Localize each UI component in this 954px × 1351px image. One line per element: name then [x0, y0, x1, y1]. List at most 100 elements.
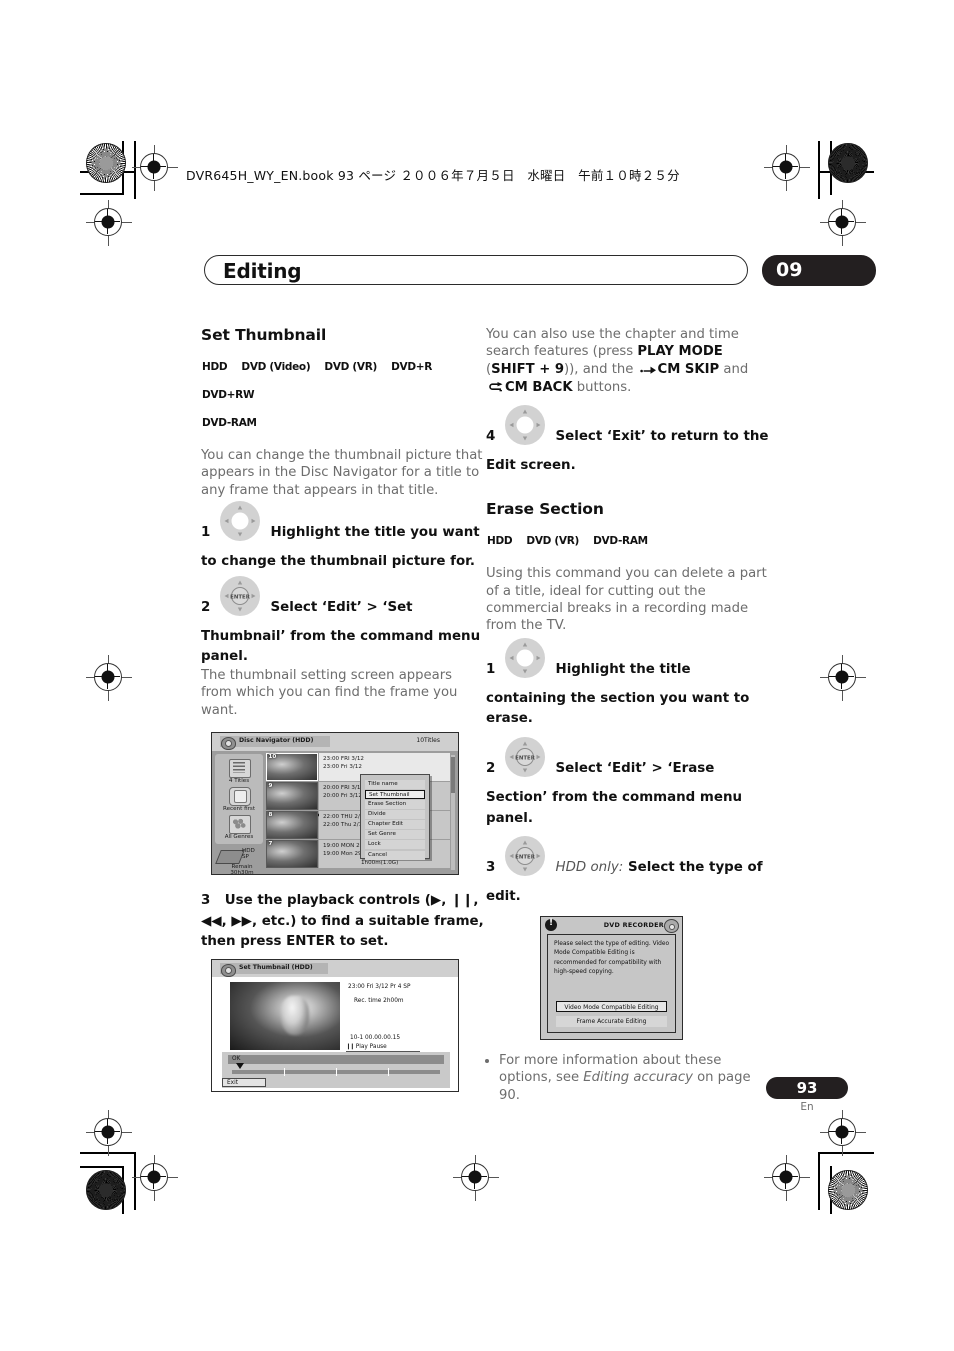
hdd-only-note: HDD only:: [555, 860, 624, 876]
hdd-mode: SP: [242, 854, 249, 861]
menu-item-cancel[interactable]: Cancel: [365, 851, 425, 861]
registration-mark: [820, 655, 866, 701]
play-mode-label: PLAY MODE: [637, 344, 723, 360]
erase-step-1-number: 1: [486, 661, 496, 677]
menu-item-set-genre[interactable]: Set Genre: [365, 830, 425, 840]
title-thumbnail[interactable]: 8: [266, 811, 318, 840]
star-target-icon: [86, 143, 126, 183]
play-pause-label: Play Pause: [355, 1044, 387, 1050]
hdd-label: HDD SP: [242, 848, 255, 860]
track-tick: [284, 1068, 285, 1076]
glyph-fast-forward-icon: ▶▶: [231, 913, 252, 929]
disc-navigator-sidebar: 4 Titles Recent first All Genres: [215, 754, 263, 845]
erase-step-2-number: 2: [486, 761, 496, 777]
disc-icon: [221, 963, 236, 977]
registration-mark: [453, 1155, 499, 1201]
title-number: 8: [268, 812, 273, 819]
list-icon: [229, 759, 251, 779]
title-thumbnail[interactable]: 7: [266, 840, 318, 869]
shift-9-label: SHIFT + 9: [491, 361, 565, 377]
menu-item-erase-section[interactable]: Erase Section: [365, 800, 425, 810]
sidebar-item-genres[interactable]: All Genres: [215, 834, 263, 840]
set-thumbnail-intro: You can change the thumbnail picture tha…: [201, 448, 483, 498]
dialog-title: DVD RECORDER: [603, 920, 664, 929]
badge-dvd-ram: DVD-RAM: [592, 524, 649, 555]
genre-icon: [229, 815, 251, 835]
cm-back-label: CM BACK: [505, 380, 573, 396]
badge-hdd: HDD: [198, 350, 228, 381]
manual-page: DVR645H_WY_EN.book 93 ページ ２００６年７月５日 水曜日 …: [0, 0, 954, 1351]
ok-button[interactable]: OK: [228, 1055, 444, 1064]
hdd-icon: [215, 850, 245, 865]
crop-mark-line: [80, 1166, 124, 1168]
info-datetime: 23:00 Fri 3/12 Pr 4 SP: [348, 984, 411, 990]
scrub-marker[interactable]: [236, 1063, 244, 1069]
disc-icon: [221, 736, 236, 750]
badge-dvd-plus-rw: DVD+RW: [201, 378, 257, 409]
play-pause-status: ❙❙ Play Pause: [346, 1044, 420, 1052]
title-line-1: 20:00 FRI 3/12: [323, 784, 364, 791]
dialog-panel: Please select the type of editing. Video…: [547, 933, 676, 1033]
registration-mark: [764, 145, 810, 191]
menu-item-set-thumbnail[interactable]: Set Thumbnail: [365, 790, 425, 800]
video-mode-compatible-editing-button[interactable]: Video Mode Compatible Editing: [556, 1000, 667, 1012]
registration-mark: [820, 1110, 866, 1156]
title-thumbnail[interactable]: 9: [266, 782, 318, 811]
titles-count: 10Titles: [416, 736, 440, 744]
language-code: En: [800, 1101, 814, 1113]
title-thumbnail[interactable]: 10: [266, 753, 318, 782]
disc-navigator-title: Disc Navigator (HDD): [239, 736, 314, 744]
transport-panel: OK Exit: [222, 1052, 450, 1088]
star-target-icon: [828, 143, 868, 183]
title-line-3: 1h00m(1.0G): [361, 859, 399, 866]
set-thumbnail-body: 23:00 Fri 3/12 Pr 4 SP Rec. time 2h00m 1…: [212, 977, 458, 1091]
svg-text:ENTER: ENTER: [231, 594, 252, 600]
list-scrollbar[interactable]: [451, 755, 455, 871]
svg-text:ENTER: ENTER: [516, 756, 537, 762]
para-part-d: buttons.: [572, 380, 632, 396]
dialog-header: DVD RECORDER: [541, 917, 682, 934]
scrub-track[interactable]: [232, 1068, 440, 1076]
menu-item-chapter-edit[interactable]: Chapter Edit: [365, 820, 425, 830]
step-4: 4 Select ‘Exit’ to return to the Edit sc…: [486, 404, 769, 475]
list-item: For more information about these options…: [499, 1052, 769, 1104]
title-line-2: 20:00 Fri 3/12: [323, 793, 362, 800]
title-number: 7: [268, 841, 273, 848]
notes-list: For more information about these options…: [486, 1052, 769, 1104]
glyph-pause-icon: ❙❙: [450, 893, 474, 909]
cm-skip-label: CM SKIP: [657, 361, 720, 377]
registration-mark: [820, 200, 866, 246]
badge-dvd-ram: DVD-RAM: [199, 406, 258, 437]
page-number: 93: [796, 1079, 818, 1097]
menu-item-lock[interactable]: Lock: [365, 840, 425, 850]
cursor-pad-icon: [217, 501, 263, 550]
registration-mark: [86, 1110, 132, 1156]
frame-accurate-editing-button[interactable]: Frame Accurate Editing: [556, 1015, 667, 1027]
sidebar-item-titles[interactable]: 4 Titles: [215, 778, 263, 784]
step-3-number: 3: [201, 893, 211, 909]
menu-item-divide[interactable]: Divide: [365, 810, 425, 820]
step-2: 2 ENTER Select ‘Edit’ > ‘Set Thumbnail’ …: [201, 575, 484, 719]
disc-format-badges-erase: HDD DVD (VR) DVD-RAM: [483, 524, 769, 555]
registration-mark: [86, 200, 132, 246]
section-heading-set-thumbnail: Set Thumbnail: [201, 326, 327, 344]
left-column: Set Thumbnail HDD DVD (Video) DVD (VR) D…: [198, 326, 484, 1106]
step-4-number: 4: [486, 428, 496, 444]
star-target-icon: [86, 1170, 126, 1210]
exit-button[interactable]: Exit: [222, 1078, 266, 1087]
command-menu-panel: Title name Set Thumbnail Erase Section D…: [360, 774, 430, 861]
scrollbar-thumb[interactable]: [451, 757, 455, 794]
info-rec-time: Rec. time 2h00m: [354, 998, 404, 1004]
erase-step-3-number: 3: [486, 860, 496, 876]
enter-pad-icon: ENTER: [502, 737, 548, 786]
sort-icon: [229, 787, 251, 807]
title-line-2: 23:00 Fri 3/12: [323, 764, 362, 771]
badge-hdd: HDD: [483, 524, 513, 555]
set-thumbnail-titlebar: Set Thumbnail (HDD): [212, 960, 458, 978]
chapter-title-bar: Editing: [204, 255, 748, 285]
registration-mark: [132, 145, 178, 191]
sidebar-item-sort[interactable]: Recent first: [215, 806, 263, 812]
menu-item-title-name[interactable]: Title name: [365, 780, 425, 790]
pause-icon: ❙❙: [346, 1044, 355, 1050]
search-features-paragraph: You can also use the chapter and time se…: [486, 326, 769, 398]
